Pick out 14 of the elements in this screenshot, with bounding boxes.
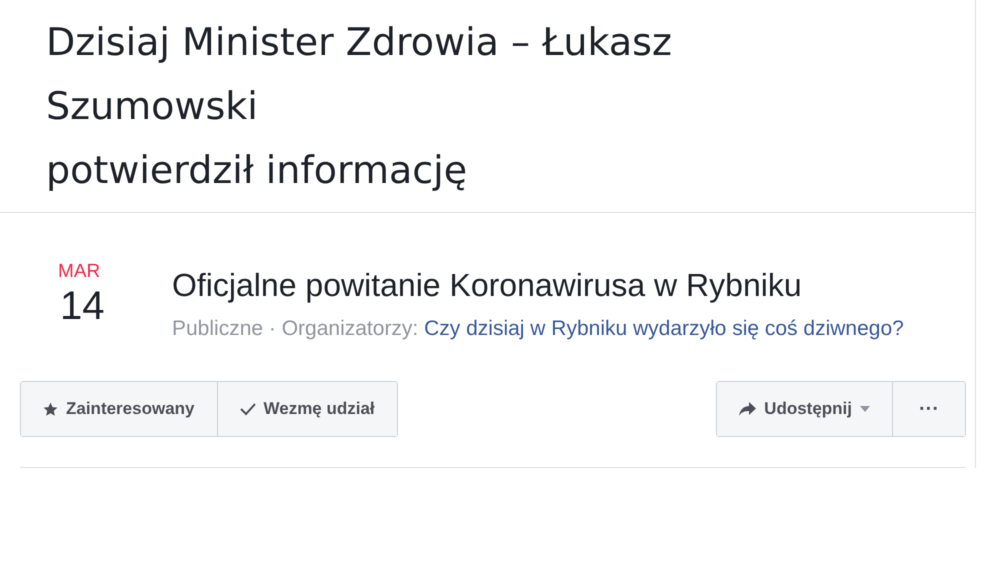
interested-button[interactable]: Zainteresowany	[21, 382, 218, 436]
cover-text: potwierdził informację	[46, 147, 468, 194]
cover-text: Dzisiaj Minister Zdrowia – Łukasz	[46, 19, 673, 66]
share-arrow-icon	[739, 402, 756, 416]
event-day: 14	[60, 283, 104, 329]
cover-text: Szumowski	[46, 83, 259, 130]
event-month: MAR	[58, 261, 100, 283]
checkmark-icon	[240, 402, 256, 416]
event-title: Oficjalne powitanie Koronawirusa w Rybniku	[172, 266, 803, 305]
event-meta: Publiczne · Organizatorzy: Czy dzisiaj w Rybniku wydarzyło się coś dziwnego?	[172, 316, 905, 342]
share-button[interactable]: Udostępnij	[717, 382, 894, 436]
star-icon	[43, 402, 58, 416]
dropdown-caret-icon	[860, 406, 870, 412]
organizer-link[interactable]: Czy dzisiaj w Rybniku wydarzyło się coś dziwnego?	[424, 317, 904, 340]
